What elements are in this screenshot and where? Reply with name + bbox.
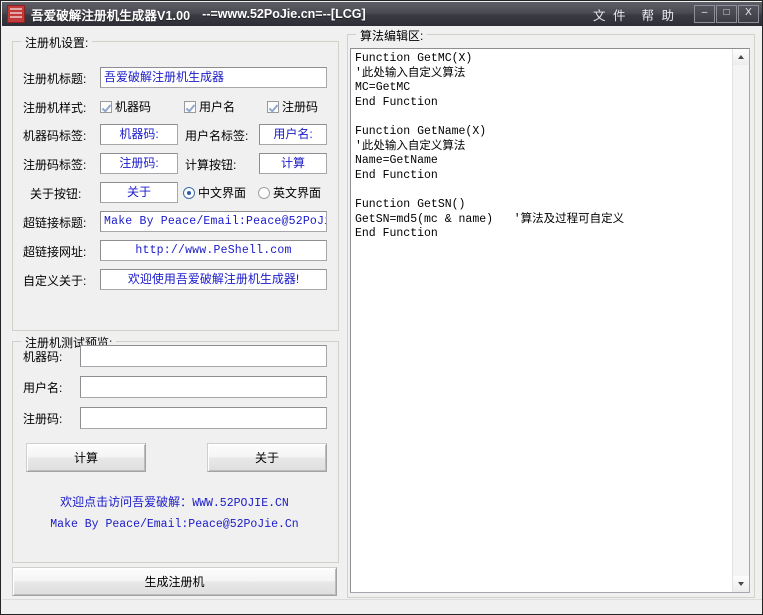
algorithm-code-text[interactable]: Function GetMC(X) '此处输入自定义算法 MC=GetMC En…: [351, 49, 749, 245]
status-bar: [2, 599, 763, 615]
preview-about-button[interactable]: 关于: [207, 443, 327, 472]
checkbox-serial-code-label: 注册码: [282, 98, 318, 115]
checkbox-user-name-box[interactable]: [184, 101, 196, 113]
minimize-button[interactable]: –: [694, 5, 715, 23]
label-preview-serial: 注册码:: [23, 412, 62, 426]
client-area: 注册机设置: 注册机标题: 吾爱破解注册机生成器 注册机样式: 机器码 用户名 …: [2, 26, 763, 614]
app-icon: [7, 5, 25, 23]
checkbox-machine-code-label: 机器码: [115, 98, 151, 115]
machine-code-caption-input[interactable]: 机器码:: [100, 124, 178, 145]
preview-serial-input[interactable]: [80, 407, 327, 429]
preview-visit-link-zh: 欢迎点击访问吾爱破解：: [60, 495, 192, 509]
preview-user-name-input[interactable]: [80, 376, 327, 398]
preview-machine-code-input[interactable]: [80, 345, 327, 367]
checkbox-user-name[interactable]: 用户名: [184, 98, 235, 115]
checkbox-user-name-label: 用户名: [199, 98, 235, 115]
serial-caption-input[interactable]: 注册码:: [100, 153, 178, 174]
window-title: 吾爱破解注册机生成器V1.00: [31, 5, 190, 24]
user-name-caption-input[interactable]: 用户名:: [259, 124, 327, 145]
preview-visit-link[interactable]: 欢迎点击访问吾爱破解：WWW.52POJIE.CN: [12, 493, 337, 510]
radio-chinese-ui-label: 中文界面: [198, 184, 246, 201]
menu-help[interactable]: 帮 助: [635, 3, 683, 26]
label-keygen-style: 注册机样式:: [23, 101, 86, 115]
label-about-button-caption: 关于按钮:: [30, 187, 81, 201]
radio-chinese-ui[interactable]: 中文界面: [183, 184, 246, 201]
preview-calc-button[interactable]: 计算: [26, 443, 146, 472]
radio-english-ui-circle[interactable]: [258, 187, 270, 199]
calc-button-caption-input[interactable]: 计算: [259, 153, 327, 174]
algorithm-code-editor[interactable]: Function GetMC(X) '此处输入自定义算法 MC=GetMC En…: [350, 48, 750, 593]
checkbox-machine-code[interactable]: 机器码: [100, 98, 151, 115]
checkbox-serial-code-box[interactable]: [267, 101, 279, 113]
application-window: 吾爱破解注册机生成器V1.00 --=www.52PoJie.cn=--[LCG…: [0, 0, 763, 615]
editor-vertical-scrollbar[interactable]: [732, 49, 749, 592]
checkbox-machine-code-box[interactable]: [100, 101, 112, 113]
window-controls: – □ X: [693, 5, 759, 23]
maximize-button[interactable]: □: [716, 5, 737, 23]
generate-keygen-button[interactable]: 生成注册机: [12, 567, 337, 596]
keygen-title-input[interactable]: 吾爱破解注册机生成器: [100, 67, 327, 88]
scroll-down-icon[interactable]: [733, 576, 749, 592]
label-serial-caption: 注册码标签:: [23, 158, 86, 172]
radio-english-ui-label: 英文界面: [273, 184, 321, 201]
radio-chinese-ui-circle[interactable]: [183, 187, 195, 199]
label-link-url: 超链接网址:: [23, 245, 86, 259]
about-button-caption-input[interactable]: 关于: [100, 182, 178, 203]
label-preview-machine-code: 机器码:: [23, 350, 62, 364]
preview-visit-link-en: WWW.52POJIE.CN: [192, 497, 289, 510]
checkbox-serial-code[interactable]: 注册码: [267, 98, 318, 115]
keygen-settings-group-title: 注册机设置:: [21, 34, 92, 51]
algorithm-editor-group-title: 算法编辑区:: [356, 27, 427, 44]
window-title-suffix: --=www.52PoJie.cn=--[LCG]: [202, 7, 365, 21]
label-machine-code-caption: 机器码标签:: [23, 129, 86, 143]
label-keygen-title: 注册机标题:: [23, 72, 86, 86]
label-user-name-caption: 用户名标签:: [185, 129, 248, 143]
preview-credit-link[interactable]: Make By Peace/Email:Peace@52PoJie.Cn: [12, 518, 337, 531]
label-preview-user-name: 用户名:: [23, 381, 62, 395]
label-link-title: 超链接标题:: [23, 216, 86, 230]
radio-english-ui[interactable]: 英文界面: [258, 184, 321, 201]
link-title-input[interactable]: Make By Peace/Email:Peace@52PoJie.Cn: [100, 211, 327, 232]
label-calc-button-caption: 计算按钮:: [185, 158, 236, 172]
link-url-input[interactable]: http://www.PeShell.com: [100, 240, 327, 261]
label-custom-about: 自定义关于:: [23, 274, 86, 288]
custom-about-input[interactable]: 欢迎使用吾爱破解注册机生成器!: [100, 269, 327, 290]
menu-file[interactable]: 文 件: [586, 3, 634, 26]
title-bar: 吾爱破解注册机生成器V1.00 --=www.52PoJie.cn=--[LCG…: [2, 2, 763, 26]
close-button[interactable]: X: [738, 5, 759, 23]
scroll-up-icon[interactable]: [733, 49, 749, 65]
